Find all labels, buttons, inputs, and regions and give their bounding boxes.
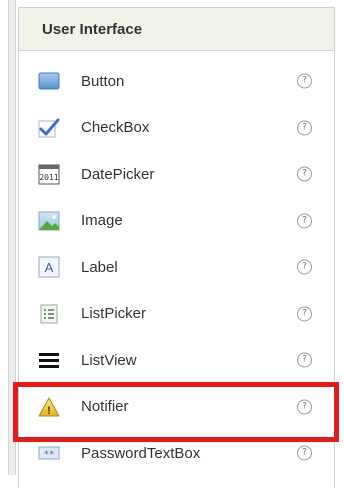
palette-item-checkbox[interactable]: CheckBox ? (19, 105, 334, 152)
label-icon: A (38, 256, 60, 278)
palette-item-label: DatePicker (81, 165, 155, 183)
palette-item-label-component[interactable]: A Label ? (19, 244, 334, 291)
palette-item-label: Label (81, 258, 118, 276)
calendar-icon: 2011 (38, 163, 60, 185)
help-icon[interactable]: ? (297, 213, 312, 229)
checkbox-icon (38, 117, 60, 139)
component-list: Button ? CheckBox ? 2011 DatePicker ? Im… (19, 51, 334, 477)
palette-item-listview[interactable]: ListView ? (19, 337, 334, 384)
left-scroll-rail (8, 0, 16, 475)
password-icon: ** (38, 442, 60, 464)
palette-item-image[interactable]: Image ? (19, 198, 334, 245)
palette-item-listpicker[interactable]: ListPicker ? (19, 291, 334, 338)
palette-item-notifier[interactable]: ! Notifier ? (19, 384, 334, 431)
calendar-icon-text: 2011 (39, 173, 58, 182)
warning-icon-text: ! (47, 405, 51, 417)
palette-item-label: Button (81, 72, 125, 90)
palette-item-datepicker[interactable]: 2011 DatePicker ? (19, 151, 334, 198)
palette-item-button[interactable]: Button ? (19, 58, 334, 105)
help-icon[interactable]: ? (297, 352, 312, 368)
password-icon-text: ** (44, 450, 55, 460)
help-icon[interactable]: ? (297, 306, 312, 322)
help-icon[interactable]: ? (297, 259, 312, 275)
palette-item-label: PasswordTextBox (81, 444, 201, 462)
palette-item-label: ListView (81, 351, 137, 369)
warning-icon: ! (38, 396, 60, 418)
help-icon[interactable]: ? (297, 399, 312, 415)
button-icon (38, 70, 60, 92)
palette-header[interactable]: User Interface (19, 8, 334, 51)
list-view-icon (38, 349, 60, 371)
image-icon (38, 210, 60, 232)
label-icon-text: A (45, 260, 54, 275)
palette-title: User Interface (42, 20, 143, 38)
user-interface-palette: User Interface Button ? CheckBox ? 2011 … (18, 7, 335, 488)
help-icon[interactable]: ? (297, 73, 312, 89)
palette-item-label: CheckBox (81, 119, 150, 137)
palette-item-passwordtextbox[interactable]: ** PasswordTextBox ? (19, 430, 334, 477)
list-picker-icon (38, 303, 60, 325)
help-icon[interactable]: ? (297, 166, 312, 182)
palette-item-label: Image (81, 212, 123, 230)
palette-item-label: Notifier (81, 398, 129, 416)
palette-item-label: ListPicker (81, 305, 147, 323)
help-icon[interactable]: ? (297, 445, 312, 461)
help-icon[interactable]: ? (297, 120, 312, 136)
